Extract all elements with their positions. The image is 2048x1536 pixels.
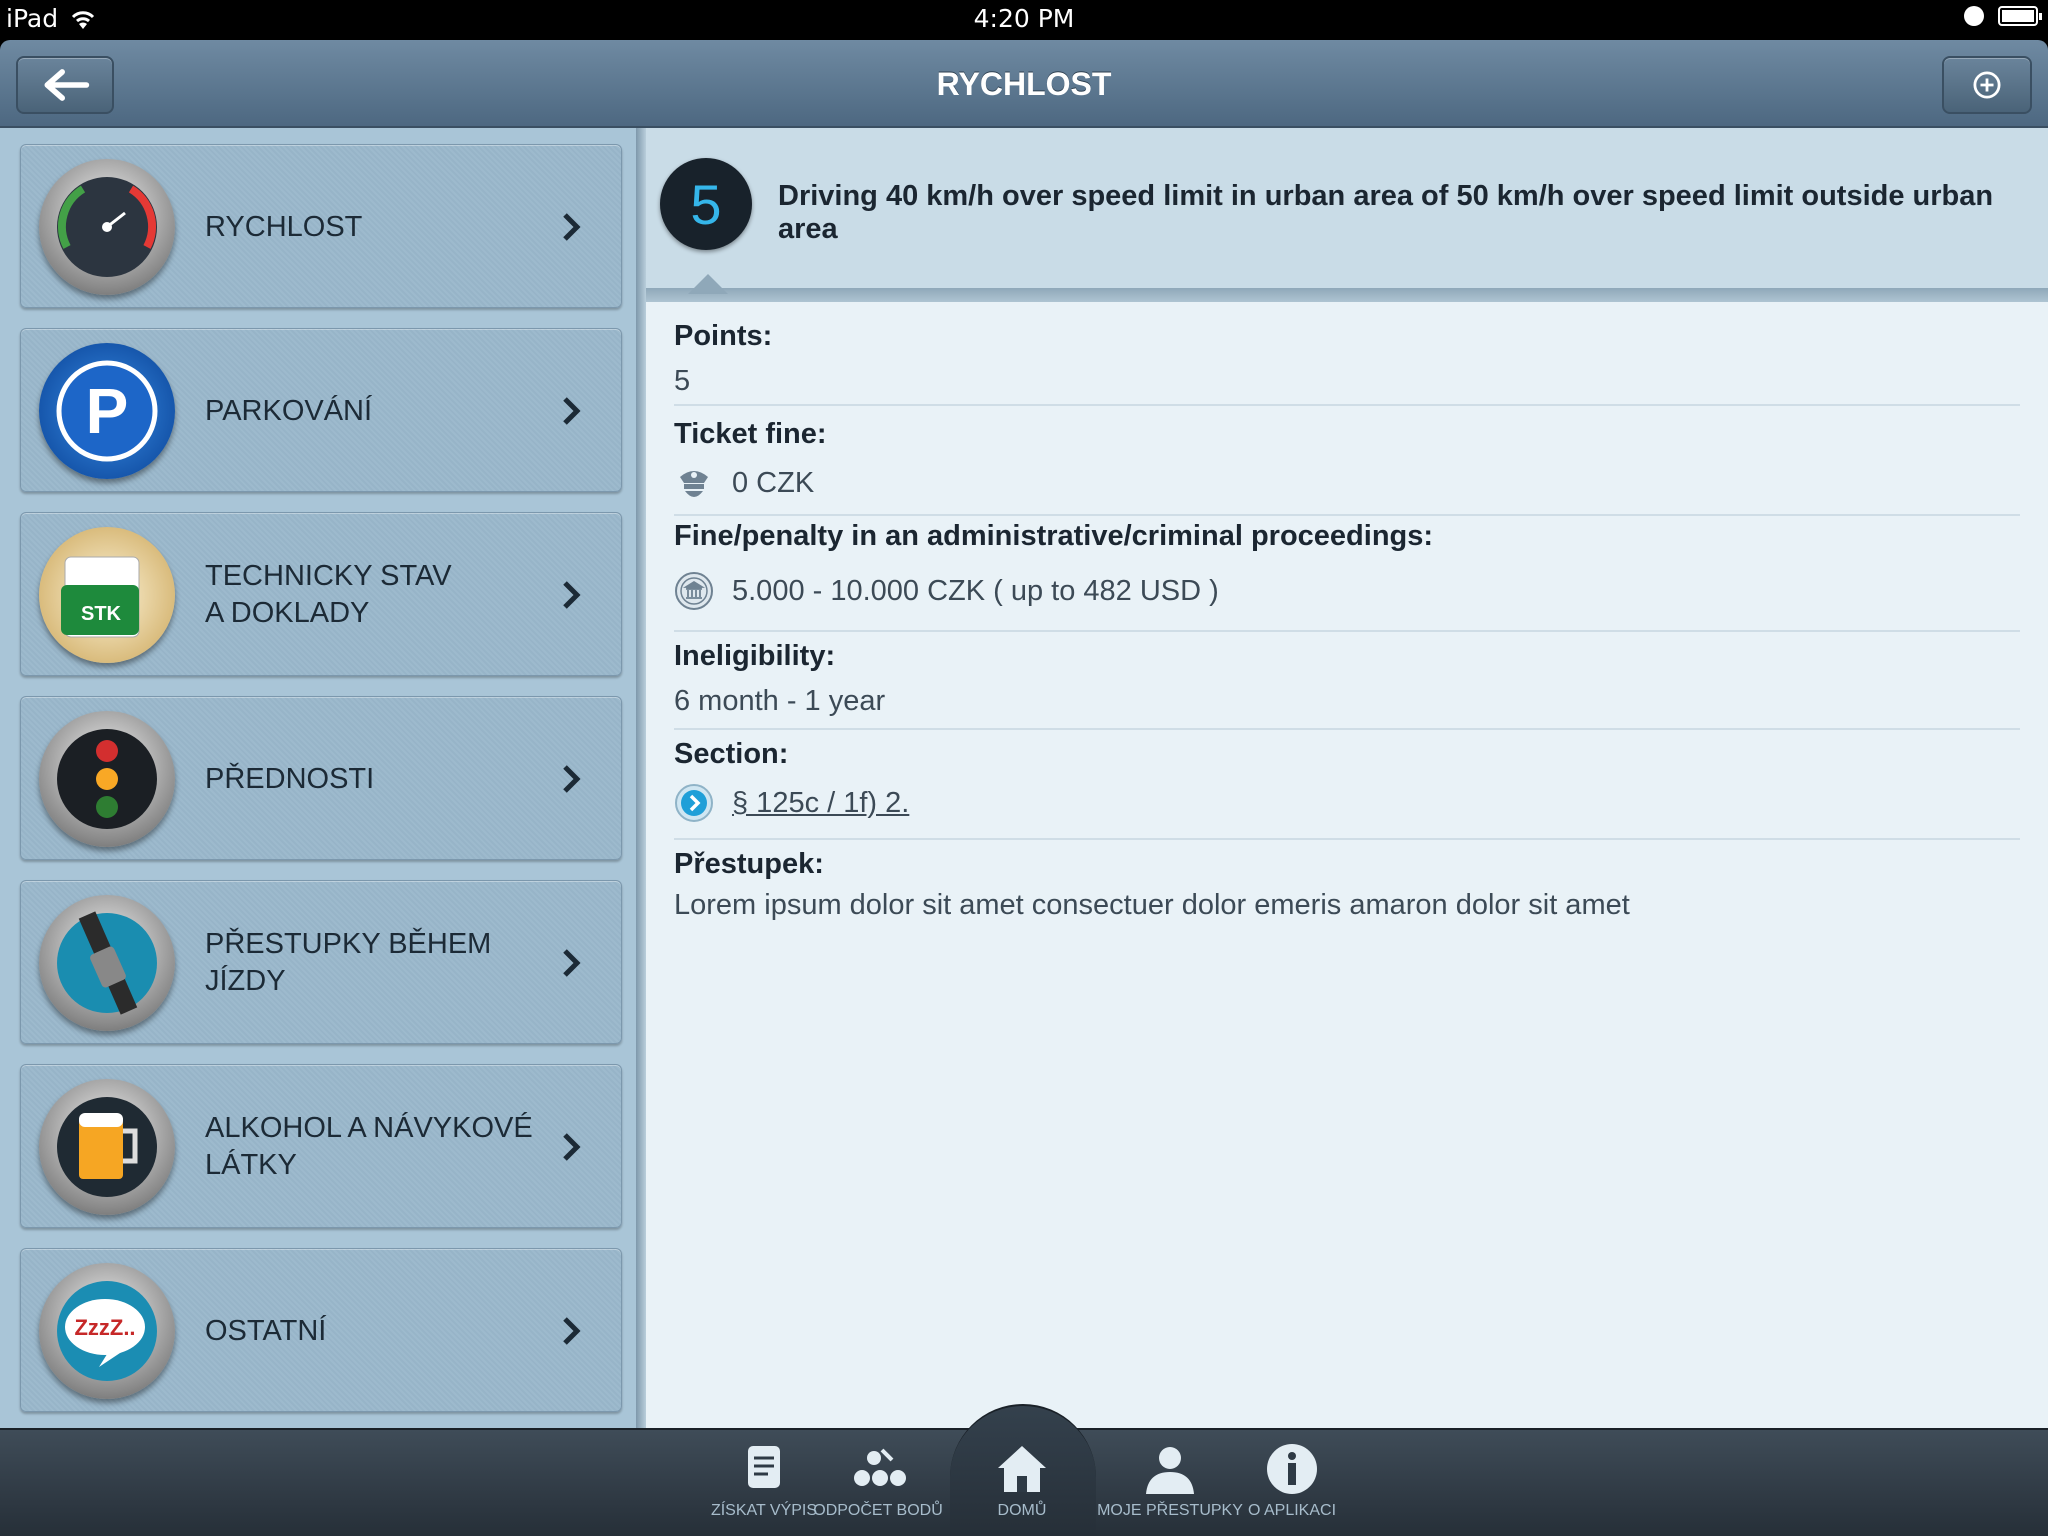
- chevron-right-icon: [563, 581, 581, 609]
- chevron-right-icon: [563, 397, 581, 425]
- chevron-right-icon: [563, 765, 581, 793]
- category-label: ALKOHOL A NÁVYKOVÉ LÁTKY: [205, 1112, 533, 1181]
- category-label: PARKOVÁNÍ: [205, 394, 373, 427]
- ticket-fine-value: 0 CZK: [732, 466, 815, 499]
- tab-label: O APLIKACI: [1247, 1502, 1337, 1519]
- tab-odpocet-bodu[interactable]: ODPOČET BODŮ: [813, 1428, 943, 1536]
- prestupek-value: Lorem ipsum dolor sit amet consectuer do…: [674, 889, 1630, 921]
- field-section: Section: § 125c / 1f) 2.: [674, 738, 2020, 840]
- chevron-right-icon: [563, 949, 581, 977]
- admin-fine-value: 5.000 - 10.000 CZK ( up to 482 USD ): [732, 574, 1219, 607]
- ineligibility-value: 6 month - 1 year: [674, 685, 886, 717]
- field-prestupek: Přestupek: Lorem ipsum dolor sit amet co…: [674, 848, 2020, 922]
- battery-icon: [1998, 6, 2042, 26]
- header-notch: [688, 274, 728, 294]
- stk-badge-text: STK: [81, 603, 122, 625]
- svg-text:P: P: [86, 375, 129, 447]
- court-icon: [675, 572, 713, 610]
- police-cap-icon: [680, 471, 708, 497]
- field-label: Přestupek:: [674, 848, 824, 880]
- chevron-right-icon: [563, 1317, 581, 1345]
- add-button[interactable]: [1942, 56, 2032, 114]
- chevron-circle-icon[interactable]: [674, 783, 714, 823]
- beer-icon: [39, 1079, 175, 1215]
- tab-domu[interactable]: DOMŮ: [962, 1428, 1082, 1536]
- field-label: Ineligibility:: [674, 640, 836, 672]
- category-label: TECHNICKY STAV A DOKLADY: [205, 560, 452, 629]
- nav-bar: RYCHLOST: [0, 40, 2048, 128]
- tab-label: DOMŮ: [997, 1502, 1047, 1519]
- tab-label: ODPOČET BODŮ: [813, 1502, 943, 1519]
- user-icon: [1146, 1447, 1194, 1494]
- plus-circle-icon: [1973, 71, 2001, 99]
- pane-divider: [636, 128, 646, 1428]
- field-label: Section:: [674, 738, 789, 770]
- detail-pane: 5 Driving 40 km/h over speed limit in ur…: [646, 128, 2048, 1428]
- info-icon: [1267, 1444, 1317, 1494]
- field-admin-fine: Fine/penalty in an administrative/crimin…: [674, 520, 2020, 632]
- category-label: RYCHLOST: [205, 210, 363, 243]
- field-label: Points:: [674, 320, 773, 352]
- clock: 4:20 PM: [973, 4, 1075, 33]
- chevron-right-icon: [563, 213, 581, 241]
- sleep-icon: ZzzZ..: [39, 1263, 175, 1399]
- home-icon: [998, 1446, 1046, 1492]
- page-title: RYCHLOST: [936, 66, 1112, 102]
- section-link[interactable]: § 125c / 1f) 2.: [732, 787, 909, 820]
- category-list: RYCHLOST P PARKOVÁNÍ STK TECHNICKY STAV …: [0, 128, 640, 1428]
- orientation-lock-icon: [1964, 6, 1984, 26]
- offense-title: Driving 40 km/h over speed limit in urba…: [778, 180, 1994, 245]
- category-label: OSTATNÍ: [205, 1314, 327, 1347]
- chevron-right-icon: [563, 1133, 581, 1161]
- field-label: Fine/penalty in an administrative/crimin…: [674, 520, 1434, 552]
- field-ineligibility: Ineligibility: 6 month - 1 year: [674, 640, 2020, 730]
- category-item-alkohol[interactable]: ALKOHOL A NÁVYKOVÉ LÁTKY: [20, 1064, 622, 1228]
- document-icon: [748, 1446, 780, 1488]
- detail-header: 5 Driving 40 km/h over speed limit in ur…: [646, 128, 2048, 288]
- points-value: 5: [674, 365, 691, 397]
- category-item-prestupky-behem-jizdy[interactable]: PŘESTUPKY BĚHEM JÍZDY: [20, 880, 622, 1044]
- field-label: Ticket fine:: [674, 418, 827, 450]
- seatbelt-icon: [39, 895, 175, 1031]
- field-ticket-fine: Ticket fine: 0 CZK: [674, 418, 2020, 516]
- category-label: PŘEDNOSTI: [205, 762, 375, 795]
- speedometer-icon: [39, 159, 175, 295]
- parking-icon: P: [39, 343, 175, 479]
- traffic-light-icon: [39, 711, 175, 847]
- header-divider: [646, 288, 2048, 302]
- category-item-ostatni[interactable]: ZzzZ.. OSTATNÍ: [20, 1248, 622, 1412]
- stk-document-icon: STK: [39, 527, 175, 663]
- category-item-prednosti[interactable]: PŘEDNOSTI: [20, 696, 622, 860]
- category-item-parkovani[interactable]: P PARKOVÁNÍ: [20, 328, 622, 492]
- tab-o-aplikaci[interactable]: O APLIKACI: [1232, 1428, 1352, 1536]
- field-points: Points: 5: [674, 320, 2020, 406]
- category-label: PŘESTUPKY BĚHEM JÍZDY: [205, 928, 492, 997]
- points-dots-icon: [854, 1448, 906, 1486]
- category-item-rychlost[interactable]: RYCHLOST: [20, 144, 622, 308]
- category-item-technicky-stav[interactable]: STK TECHNICKY STAV A DOKLADY: [20, 512, 622, 676]
- points-badge: 5: [660, 158, 752, 250]
- sleep-badge-text: ZzzZ..: [74, 1315, 135, 1340]
- status-bar: iPad 4:20 PM: [0, 0, 2048, 40]
